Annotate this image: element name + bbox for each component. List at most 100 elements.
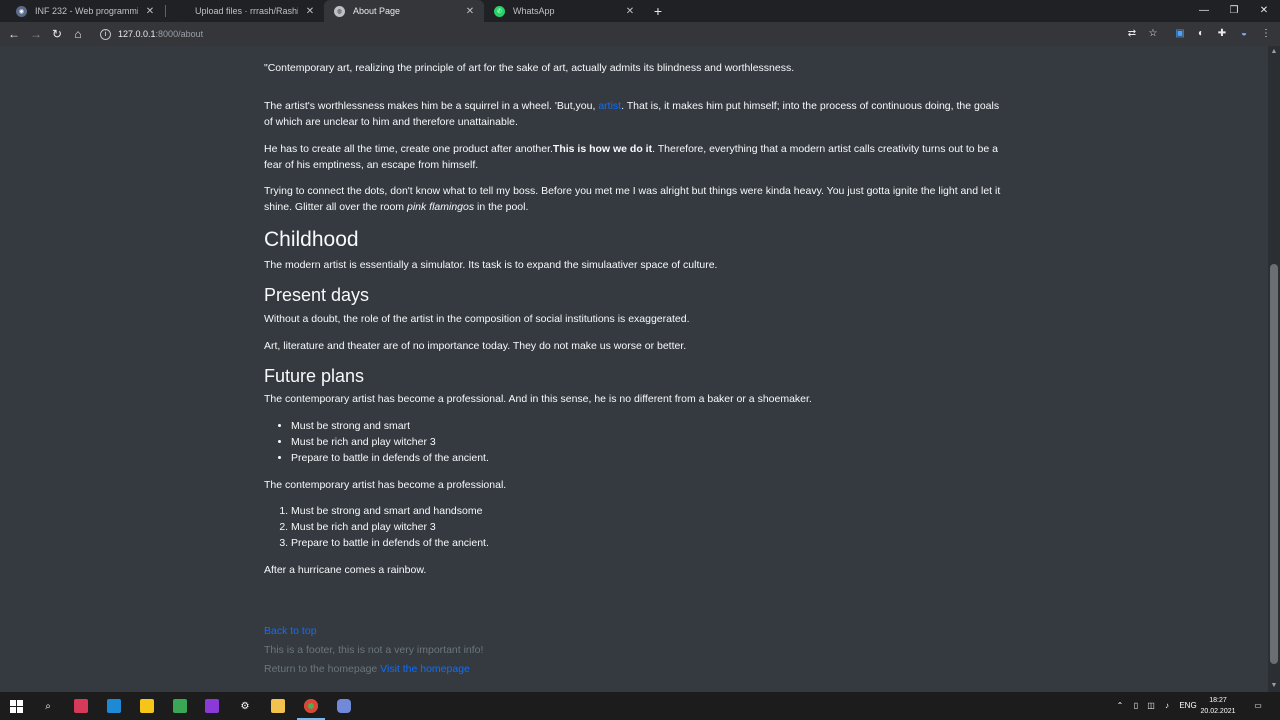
profile-avatar-icon[interactable]: ◒	[1236, 26, 1252, 42]
vscode-app-icon[interactable]	[104, 696, 124, 716]
translate-icon[interactable]: ⇄	[1124, 26, 1140, 42]
p1-text: The artist's worthlessness makes him be …	[264, 100, 599, 112]
bookmark-star-icon[interactable]: ☆	[1145, 26, 1161, 42]
tab-title: INF 232 - Web programming: ba	[35, 6, 138, 16]
tab-strip: ◉ INF 232 - Web programming: ba ✕ Upload…	[0, 0, 1280, 22]
future-paragraph-2: The contemporary artist has become a pro…	[264, 479, 507, 491]
battery-icon[interactable]: ▯	[1130, 692, 1142, 720]
sticky-notes-app-icon[interactable]	[137, 696, 157, 716]
heading-childhood: Childhood	[264, 228, 359, 251]
list-item: Prepare to battle in defends of the anci…	[291, 535, 1009, 551]
course-icon: ◉	[16, 5, 27, 17]
phpstorm-app-icon[interactable]	[202, 696, 222, 716]
numbered-list: Must be strong and smart and handsome Mu…	[264, 503, 1009, 551]
tab-title: About Page	[353, 6, 401, 16]
page-viewport: ... "Contemporary art, realizing the pri…	[0, 46, 1268, 692]
footer-return-row: Return to the homepage Visit the homepag…	[264, 660, 1009, 679]
p2-text: He has to create all the time, create on…	[264, 143, 553, 155]
home-icon[interactable]: ⌂	[69, 25, 87, 43]
page-scrollbar[interactable]: ▲ ▼	[1268, 46, 1280, 692]
volume-icon[interactable]: ♪	[1161, 692, 1173, 720]
p3-text: Trying to connect the dots, don't know w…	[264, 185, 1001, 213]
windows-start-icon[interactable]	[6, 696, 26, 716]
tray-chevron-up-icon[interactable]: ⌃	[1114, 692, 1126, 720]
future-paragraph-1: The contemporary artist has become a pro…	[264, 393, 812, 405]
url-path: :8000/about	[155, 29, 204, 39]
scrollbar-thumb[interactable]	[1270, 264, 1278, 664]
extension-shield-icon[interactable]: ◐	[1193, 26, 1209, 42]
chrome-app-icon[interactable]	[297, 696, 325, 720]
clock-date: 20.02.2021	[1200, 708, 1236, 715]
p3-text-end: in the pool.	[474, 201, 529, 213]
list-item: Must be rich and play witcher 3	[291, 434, 1009, 450]
reload-icon[interactable]: ↻	[48, 25, 66, 43]
closing-paragraph: After a hurricane comes a rainbow.	[264, 564, 427, 576]
scroll-down-arrow-icon[interactable]: ▼	[1268, 680, 1280, 692]
url-host: 127.0.0.1	[118, 29, 156, 39]
childhood-paragraph: The modern artist is essentially a simul…	[264, 259, 718, 271]
browser-menu-icon[interactable]: ⋮	[1258, 26, 1274, 42]
clipped-text: ...	[264, 46, 444, 48]
settings-gear-icon[interactable]: ⚙	[235, 696, 255, 716]
github-icon	[176, 5, 187, 17]
paragraph-lyrics: Trying to connect the dots, don't know w…	[264, 183, 1009, 215]
system-clock[interactable]: 18:27 20.02.2021	[1196, 695, 1240, 717]
present-paragraph-1: Without a doubt, the role of the artist …	[264, 313, 690, 325]
windows-logo-icon	[9, 699, 23, 713]
close-tab-icon[interactable]: ✕	[624, 6, 636, 17]
close-tab-icon[interactable]: ✕	[464, 6, 476, 17]
footer-note: This is a footer, this is not a very imp…	[264, 644, 484, 656]
italic-phrase: pink flamingos	[406, 201, 475, 213]
heading-present-days: Present days	[264, 285, 370, 305]
back-to-top-link[interactable]: Back to top	[264, 625, 317, 637]
list-item: Must be strong and smart	[291, 418, 1009, 434]
return-text: Return to the homepage	[264, 663, 381, 675]
discord-app-icon[interactable]	[334, 696, 354, 716]
new-tab-button[interactable]: +	[650, 2, 666, 20]
paragraph-create: He has to create all the time, create on…	[264, 141, 1009, 173]
bold-phrase: This is how we do it	[552, 143, 653, 155]
quote-paragraph: "Contemporary art, realizing the princip…	[264, 62, 795, 74]
clock-time: 18:27	[1209, 697, 1227, 704]
whatsapp-icon: ✆	[494, 5, 505, 17]
present-paragraph-2: Art, literature and theater are of no im…	[264, 340, 687, 352]
back-to-top-row: Back to top	[264, 622, 1009, 641]
heading-future-plans: Future plans	[264, 366, 365, 386]
forward-arrow-icon[interactable]: →	[27, 25, 45, 43]
list-item: Must be strong and smart and handsome	[291, 503, 1009, 519]
restore-button[interactable]: ❐	[1218, 0, 1250, 22]
notification-center-icon[interactable]: ▭	[1250, 692, 1266, 720]
list-item: Must be rich and play witcher 3	[291, 519, 1009, 535]
intellij-app-icon[interactable]	[71, 696, 91, 716]
network-icon[interactable]: ◫	[1145, 692, 1157, 720]
address-bar[interactable]: i 127.0.0.1:8000/about	[92, 24, 1172, 44]
back-arrow-icon[interactable]: ←	[5, 25, 23, 43]
site-info-icon[interactable]: i	[100, 28, 111, 40]
artist-link[interactable]: artist	[598, 100, 621, 112]
tab-whatsapp[interactable]: ✆ WhatsApp ✕	[484, 0, 644, 22]
tab-inf232[interactable]: ◉ INF 232 - Web programming: ba ✕	[6, 0, 164, 22]
scroll-up-arrow-icon[interactable]: ▲	[1268, 46, 1280, 58]
tab-github[interactable]: Upload files · rrrash/RashidBukar ✕	[166, 0, 324, 22]
extension-vpn-icon[interactable]: ▣	[1172, 26, 1188, 42]
file-explorer-icon[interactable]	[268, 696, 288, 716]
search-icon[interactable]: ⌕	[38, 696, 58, 716]
paragraph-worthlessness: The artist's worthlessness makes him be …	[264, 98, 1009, 130]
close-tab-icon[interactable]: ✕	[304, 6, 316, 17]
tab-about-page[interactable]: ◍ About Page ✕	[324, 0, 484, 22]
tab-title: WhatsApp	[513, 6, 555, 16]
visit-homepage-link[interactable]: Visit the homepage	[380, 663, 470, 675]
close-tab-icon[interactable]: ✕	[144, 6, 156, 17]
bullet-list: Must be strong and smart Must be rich an…	[264, 418, 1009, 466]
windows-taskbar: ⌕ ⚙ ⌃ ▯ ◫ ♪ ENG 18:27 20.02.2021 ▭	[0, 692, 1280, 720]
spreadsheet-app-icon[interactable]	[170, 696, 190, 716]
globe-icon: ◍	[334, 5, 345, 17]
minimize-button[interactable]: —	[1188, 0, 1220, 22]
window-close-button[interactable]: ✕	[1248, 0, 1280, 22]
extensions-puzzle-icon[interactable]: ✚	[1214, 26, 1230, 42]
tab-title: Upload files · rrrash/RashidBukar	[195, 6, 298, 16]
address-url: 127.0.0.1:8000/about	[118, 29, 203, 39]
page-footer: Back to top This is a footer, this is no…	[264, 622, 1009, 679]
browser-toolbar: ← → ↻ ⌂ i 127.0.0.1:8000/about ⇄ ☆ ▣ ◐ ✚…	[0, 22, 1280, 46]
list-item: Prepare to battle in defends of the anci…	[291, 450, 1009, 466]
